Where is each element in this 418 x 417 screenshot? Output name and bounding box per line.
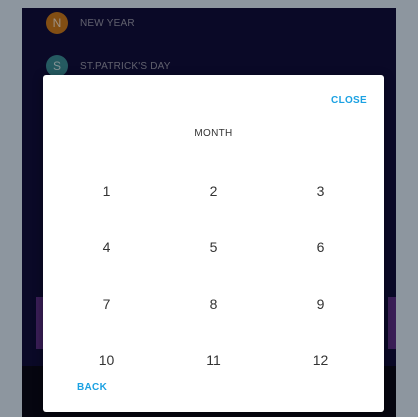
month-option-8[interactable]: 8 [160,276,267,332]
month-option-12[interactable]: 12 [267,332,374,388]
month-option-1[interactable]: 1 [53,163,160,219]
month-option-6[interactable]: 6 [267,219,374,275]
close-button[interactable]: CLOSE [331,95,367,106]
month-option-5[interactable]: 5 [160,219,267,275]
month-option-7[interactable]: 7 [53,276,160,332]
dialog-title: MONTH [194,128,233,139]
month-option-9[interactable]: 9 [267,276,374,332]
month-picker-dialog: CLOSE MONTH 1 2 3 4 5 6 7 8 9 10 11 12 B… [43,75,384,412]
month-grid: 1 2 3 4 5 6 7 8 9 10 11 12 [53,163,374,388]
month-option-4[interactable]: 4 [53,219,160,275]
back-button[interactable]: BACK [77,382,107,393]
month-option-3[interactable]: 3 [267,163,374,219]
month-option-10[interactable]: 10 [53,332,160,388]
month-option-11[interactable]: 11 [160,332,267,388]
month-option-2[interactable]: 2 [160,163,267,219]
